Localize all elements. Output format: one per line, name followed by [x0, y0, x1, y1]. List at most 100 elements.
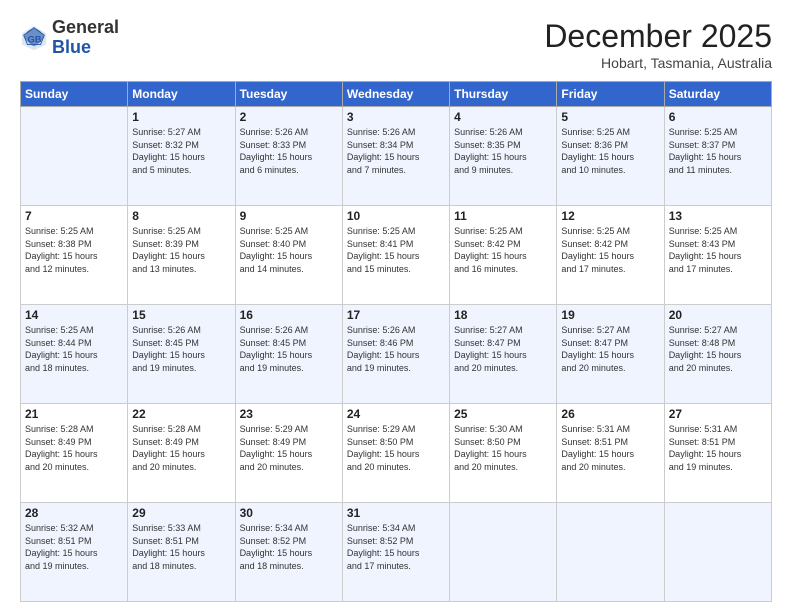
- day-info: Sunrise: 5:25 AM Sunset: 8:44 PM Dayligh…: [25, 324, 123, 374]
- day-number: 12: [561, 209, 659, 223]
- table-row: 9 Sunrise: 5:25 AM Sunset: 8:40 PM Daylig…: [235, 206, 342, 305]
- table-row: 23Sunrise: 5:29 AM Sunset: 8:49 PM Dayli…: [235, 404, 342, 503]
- day-info: Sunrise: 5:25 AM Sunset: 8:40 PM Dayligh…: [240, 225, 338, 275]
- day-number: 15: [132, 308, 230, 322]
- day-info: Sunrise: 5:25 AM Sunset: 8:39 PM Dayligh…: [132, 225, 230, 275]
- calendar-week-row: 14Sunrise: 5:25 AM Sunset: 8:44 PM Dayli…: [21, 305, 772, 404]
- table-row: 25 Sunrise: 5:30 AM Sunset: 8:50 PM Dayli…: [450, 404, 557, 503]
- day-number: 1: [132, 110, 230, 124]
- table-row: 20 Sunrise: 5:27 AM Sunset: 8:48 PM Dayli…: [664, 305, 771, 404]
- table-row: 3 Sunrise: 5:26 AM Sunset: 8:34 PM Daylig…: [342, 107, 449, 206]
- day-info: Sunrise: 5:27 AM Sunset: 8:48 PM Dayligh…: [669, 324, 767, 374]
- table-row: 19 Sunrise: 5:27 AM Sunset: 8:47 PM Dayli…: [557, 305, 664, 404]
- table-row: 17 Sunrise: 5:26 AM Sunset: 8:46 PM Dayli…: [342, 305, 449, 404]
- day-number: 29: [132, 506, 230, 520]
- table-row: 6Sunrise: 5:25 AM Sunset: 8:37 PM Daylig…: [664, 107, 771, 206]
- table-row: 14Sunrise: 5:25 AM Sunset: 8:44 PM Dayli…: [21, 305, 128, 404]
- day-number: 18: [454, 308, 552, 322]
- table-row: [450, 503, 557, 602]
- day-number: 21: [25, 407, 123, 421]
- calendar: Sunday Monday Tuesday Wednesday Thursday…: [20, 81, 772, 602]
- location: Hobart, Tasmania, Australia: [544, 55, 772, 71]
- col-monday: Monday: [128, 82, 235, 107]
- day-info: Sunrise: 5:27 AM Sunset: 8:47 PM Dayligh…: [454, 324, 552, 374]
- day-info: Sunrise: 5:25 AM Sunset: 8:36 PM Dayligh…: [561, 126, 659, 176]
- day-info: Sunrise: 5:33 AM Sunset: 8:51 PM Dayligh…: [132, 522, 230, 572]
- col-wednesday: Wednesday: [342, 82, 449, 107]
- table-row: 22 Sunrise: 5:28 AM Sunset: 8:49 PM Dayli…: [128, 404, 235, 503]
- table-row: 7 Sunrise: 5:25 AM Sunset: 8:38 PM Daylig…: [21, 206, 128, 305]
- day-number: 31: [347, 506, 445, 520]
- calendar-header-row: Sunday Monday Tuesday Wednesday Thursday…: [21, 82, 772, 107]
- day-number: 28: [25, 506, 123, 520]
- day-info: Sunrise: 5:26 AM Sunset: 8:34 PM Dayligh…: [347, 126, 445, 176]
- day-info: Sunrise: 5:28 AM Sunset: 8:49 PM Dayligh…: [132, 423, 230, 473]
- day-number: 19: [561, 308, 659, 322]
- calendar-week-row: 7 Sunrise: 5:25 AM Sunset: 8:38 PM Daylig…: [21, 206, 772, 305]
- day-number: 30: [240, 506, 338, 520]
- day-info: Sunrise: 5:26 AM Sunset: 8:33 PM Dayligh…: [240, 126, 338, 176]
- table-row: 18 Sunrise: 5:27 AM Sunset: 8:47 PM Dayli…: [450, 305, 557, 404]
- day-number: 5: [561, 110, 659, 124]
- day-info: Sunrise: 5:25 AM Sunset: 8:38 PM Dayligh…: [25, 225, 123, 275]
- day-info: Sunrise: 5:27 AM Sunset: 8:47 PM Dayligh…: [561, 324, 659, 374]
- day-number: 25: [454, 407, 552, 421]
- day-info: Sunrise: 5:34 AM Sunset: 8:52 PM Dayligh…: [347, 522, 445, 572]
- calendar-week-row: 28 Sunrise: 5:32 AM Sunset: 8:51 PM Dayli…: [21, 503, 772, 602]
- table-row: 26 Sunrise: 5:31 AM Sunset: 8:51 PM Dayli…: [557, 404, 664, 503]
- table-row: 8 Sunrise: 5:25 AM Sunset: 8:39 PM Daylig…: [128, 206, 235, 305]
- logo-icon: GB: [20, 24, 48, 52]
- table-row: [21, 107, 128, 206]
- col-thursday: Thursday: [450, 82, 557, 107]
- table-row: [664, 503, 771, 602]
- day-number: 8: [132, 209, 230, 223]
- day-info: Sunrise: 5:25 AM Sunset: 8:37 PM Dayligh…: [669, 126, 767, 176]
- day-info: Sunrise: 5:29 AM Sunset: 8:50 PM Dayligh…: [347, 423, 445, 473]
- logo: GB General Blue: [20, 18, 119, 58]
- day-number: 13: [669, 209, 767, 223]
- day-number: 27: [669, 407, 767, 421]
- day-info: Sunrise: 5:30 AM Sunset: 8:50 PM Dayligh…: [454, 423, 552, 473]
- page: GB General Blue December 2025 Hobart, Ta…: [0, 0, 792, 612]
- table-row: 30 Sunrise: 5:34 AM Sunset: 8:52 PM Dayli…: [235, 503, 342, 602]
- table-row: [557, 503, 664, 602]
- day-info: Sunrise: 5:31 AM Sunset: 8:51 PM Dayligh…: [561, 423, 659, 473]
- day-number: 9: [240, 209, 338, 223]
- day-number: 24: [347, 407, 445, 421]
- table-row: 29 Sunrise: 5:33 AM Sunset: 8:51 PM Dayli…: [128, 503, 235, 602]
- title-block: December 2025 Hobart, Tasmania, Australi…: [544, 18, 772, 71]
- day-number: 17: [347, 308, 445, 322]
- day-info: Sunrise: 5:26 AM Sunset: 8:46 PM Dayligh…: [347, 324, 445, 374]
- day-info: Sunrise: 5:34 AM Sunset: 8:52 PM Dayligh…: [240, 522, 338, 572]
- day-info: Sunrise: 5:31 AM Sunset: 8:51 PM Dayligh…: [669, 423, 767, 473]
- table-row: 31 Sunrise: 5:34 AM Sunset: 8:52 PM Dayli…: [342, 503, 449, 602]
- table-row: 5 Sunrise: 5:25 AM Sunset: 8:36 PM Daylig…: [557, 107, 664, 206]
- day-number: 26: [561, 407, 659, 421]
- day-number: 3: [347, 110, 445, 124]
- table-row: 4Sunrise: 5:26 AM Sunset: 8:35 PM Daylig…: [450, 107, 557, 206]
- logo-text-block: General Blue: [52, 18, 119, 58]
- svg-text:GB: GB: [27, 34, 41, 44]
- day-number: 11: [454, 209, 552, 223]
- day-number: 20: [669, 308, 767, 322]
- day-info: Sunrise: 5:28 AM Sunset: 8:49 PM Dayligh…: [25, 423, 123, 473]
- table-row: 10 Sunrise: 5:25 AM Sunset: 8:41 PM Dayli…: [342, 206, 449, 305]
- day-number: 2: [240, 110, 338, 124]
- table-row: 2 Sunrise: 5:26 AM Sunset: 8:33 PM Daylig…: [235, 107, 342, 206]
- day-info: Sunrise: 5:27 AM Sunset: 8:32 PM Dayligh…: [132, 126, 230, 176]
- day-number: 22: [132, 407, 230, 421]
- day-info: Sunrise: 5:29 AM Sunset: 8:49 PM Dayligh…: [240, 423, 338, 473]
- col-friday: Friday: [557, 82, 664, 107]
- day-number: 16: [240, 308, 338, 322]
- table-row: 16 Sunrise: 5:26 AM Sunset: 8:45 PM Dayli…: [235, 305, 342, 404]
- day-info: Sunrise: 5:25 AM Sunset: 8:42 PM Dayligh…: [561, 225, 659, 275]
- day-info: Sunrise: 5:26 AM Sunset: 8:45 PM Dayligh…: [240, 324, 338, 374]
- table-row: 1 Sunrise: 5:27 AM Sunset: 8:32 PM Daylig…: [128, 107, 235, 206]
- day-info: Sunrise: 5:26 AM Sunset: 8:35 PM Dayligh…: [454, 126, 552, 176]
- day-info: Sunrise: 5:32 AM Sunset: 8:51 PM Dayligh…: [25, 522, 123, 572]
- day-number: 10: [347, 209, 445, 223]
- day-info: Sunrise: 5:25 AM Sunset: 8:41 PM Dayligh…: [347, 225, 445, 275]
- table-row: 27 Sunrise: 5:31 AM Sunset: 8:51 PM Dayli…: [664, 404, 771, 503]
- table-row: 21 Sunrise: 5:28 AM Sunset: 8:49 PM Dayli…: [21, 404, 128, 503]
- day-number: 7: [25, 209, 123, 223]
